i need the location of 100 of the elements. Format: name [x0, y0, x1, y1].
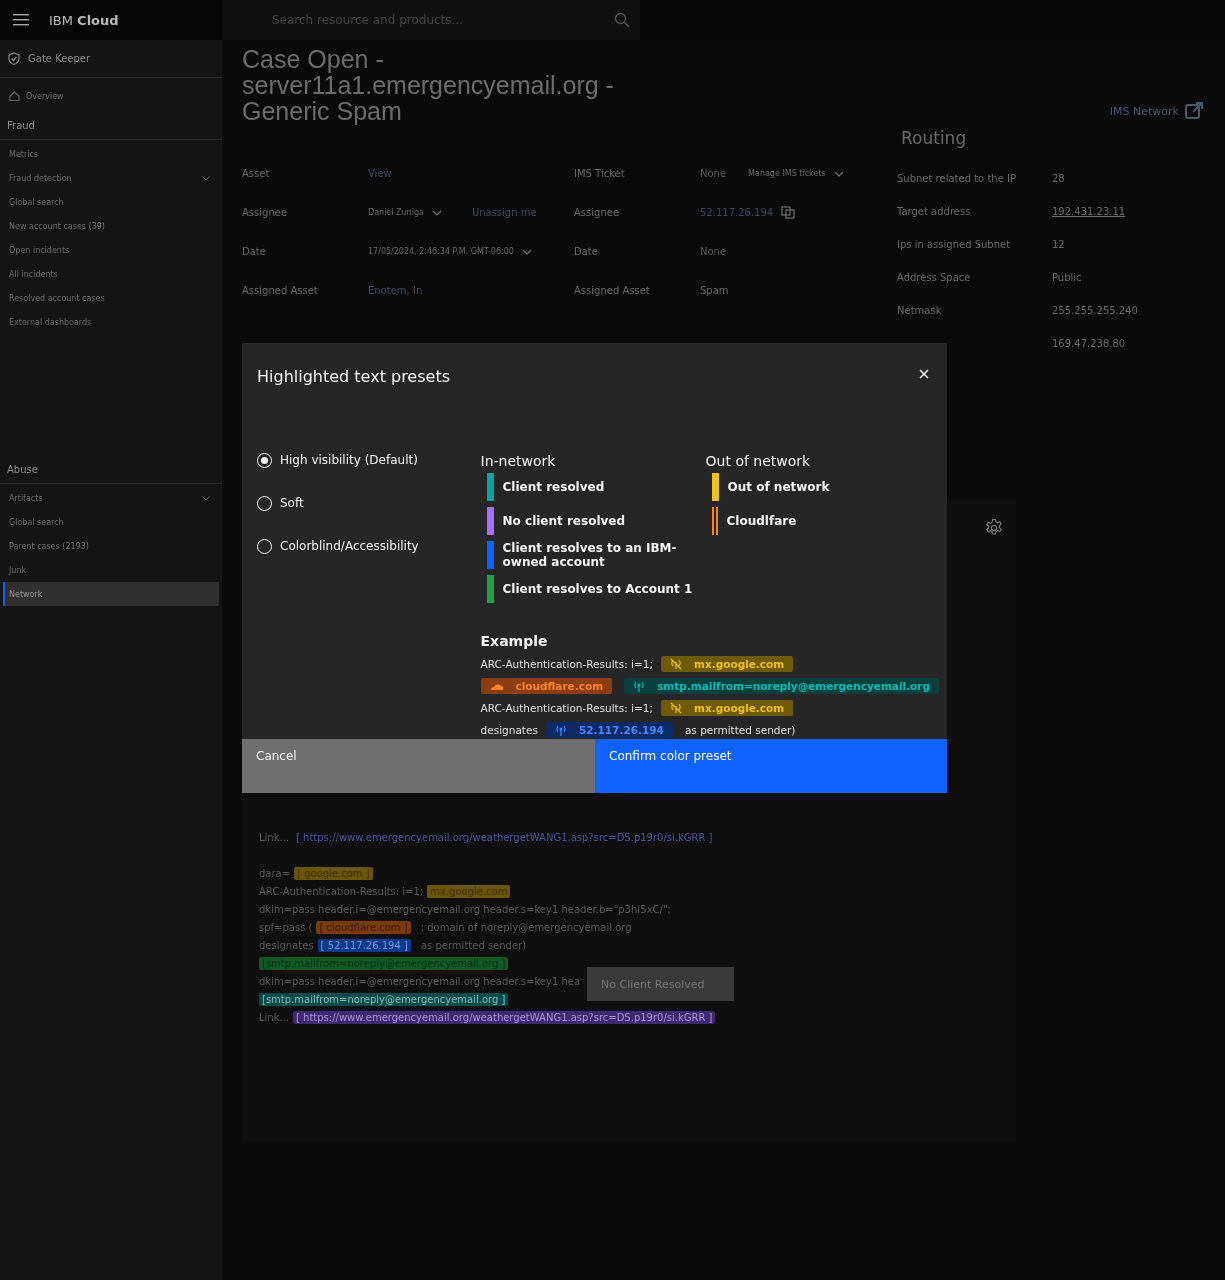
field-value: 169.47.238.80: [1052, 338, 1127, 349]
field-label: Assigned Asset: [574, 285, 651, 296]
brand-name: IBM Cloud: [49, 12, 120, 28]
unassign-link[interactable]: Unassign me: [471, 207, 537, 218]
sidebar-item[interactable]: External dashboards: [3, 310, 219, 334]
field-link[interactable]: Enotem, In: [368, 285, 423, 296]
settings-icon[interactable]: [984, 518, 1004, 538]
field-label: Asset: [242, 168, 271, 179]
field-value: None: [700, 246, 727, 257]
code-text: Link...: [259, 1011, 289, 1023]
code-text: ; domain of noreply@emergencyemail.org: [420, 921, 632, 933]
field-label: Date: [574, 246, 599, 257]
sidebar-item[interactable]: Open incidents: [3, 238, 219, 262]
sidebar-item[interactable]: Metrics: [3, 142, 219, 166]
sidebar-item[interactable]: Artifacts: [3, 486, 219, 510]
field-dropdown[interactable]: 17/05/2024, 2:46:34 P.M. GMT-06:00: [368, 247, 514, 256]
field-label: Assignee: [574, 207, 621, 218]
no-signal-icon: [670, 657, 682, 670]
sidebar-item[interactable]: Global search: [3, 510, 219, 534]
page-title: Case Open - server11a1.emergencyemail.org - Generic Spam: [242, 46, 615, 124]
code-text: designates: [259, 939, 314, 951]
confirm-button[interactable]: Confirm color preset: [595, 738, 947, 793]
section-title: Routing: [901, 128, 968, 148]
field-value: 28: [1052, 173, 1066, 184]
field-link[interactable]: View: [368, 168, 392, 179]
example-title: Example: [480, 632, 549, 649]
sidebar-item[interactable]: Overview: [3, 84, 219, 108]
code-text: as permitted sender): [684, 723, 796, 736]
code-text: dkim=pass header.i=@emergencyemail.org header.s=key1 header.b="p3hI5xC/";: [259, 903, 671, 915]
sidebar-item[interactable]: Fraud detection: [3, 166, 219, 190]
field-dropdown[interactable]: Daniel Zuniga: [368, 208, 424, 217]
home-icon: [9, 91, 20, 101]
field-label: Address Space: [897, 272, 972, 283]
ims-network-link[interactable]: IMS Network: [1109, 102, 1203, 120]
section-title: Fraud: [0, 108, 222, 140]
legend-label: Client resolves to Account 1: [502, 581, 694, 596]
field-label: Ips in assigned Subnet: [897, 239, 1012, 250]
radio-label: Soft: [280, 496, 304, 511]
caret-icon: [833, 170, 844, 177]
menu-icon[interactable]: [13, 13, 29, 27]
sidebar-item[interactable]: All incidents: [3, 262, 219, 286]
field-value: Spam: [700, 285, 729, 296]
external-link-icon: [1185, 102, 1203, 120]
sidebar-item[interactable]: New account cases (39): [3, 214, 219, 238]
radio-label: Colorblind/Accessibility: [280, 539, 419, 554]
highlight-tag: [ https://www.emergencyemail.org/weathergetWANG1.asp?src=DS.p19r0/si.kGRR ]: [293, 1010, 716, 1024]
legend-label: No client resolved: [502, 513, 627, 528]
highlight-tag: mx.google.com: [661, 655, 794, 672]
highlight-tag: cloudflare.com: [480, 677, 613, 694]
close-button[interactable]: [917, 367, 931, 381]
field-value: None: [700, 168, 727, 179]
code-text: ARC-Authentication-Results: i=1;: [480, 657, 653, 670]
sidebar-item[interactable]: Parent cases (2193): [3, 534, 219, 558]
link[interactable]: [ https://www.emergencyemail.org/weathergetWANG1.asp?src=DS.p19r0/si.kGRR ]: [293, 830, 716, 844]
legend-label: Out of network: [727, 479, 831, 494]
antenna-icon: [554, 723, 567, 736]
field-value: 12: [1052, 239, 1066, 250]
highlight-tag: [smtp.mailfrom=noreply@emergencyemail.org ]: [259, 992, 509, 1006]
radio-label: High visibility (Default): [280, 453, 418, 468]
code-text: spf=pass (: [259, 921, 313, 933]
search-icon[interactable]: [614, 12, 630, 28]
legend-label: Client resolved: [502, 479, 606, 494]
code-text: dara=: [259, 867, 291, 879]
code-text: designates: [480, 723, 538, 736]
cloud-icon: [489, 681, 504, 690]
cancel-button[interactable]: Cancel: [242, 738, 595, 793]
copy-icon[interactable]: [781, 206, 796, 219]
sidebar-item[interactable]: Global search: [3, 190, 219, 214]
shield-icon: [8, 52, 20, 65]
field-label: Assignee: [242, 207, 289, 218]
code-text: Link...: [259, 831, 289, 843]
no-signal-icon: [670, 701, 682, 714]
dialog-title: Highlighted text presets: [257, 367, 450, 388]
field-value: 255.255.255.240: [1052, 305, 1138, 316]
field-value: 52.117.26.194: [700, 207, 774, 218]
caret-icon: [521, 248, 532, 255]
highlight-tag: smtp.mailfrom=noreply@emergencyemail.org: [624, 677, 939, 694]
code-text: as permitted sender): [420, 939, 527, 951]
highlight-tag: mx.google.com: [661, 699, 794, 716]
highlight-tag: 52.117.26.194: [545, 721, 673, 738]
sidebar-item[interactable]: Junk: [3, 558, 219, 582]
tooltip: No Client Resolved: [587, 967, 734, 1001]
antenna-icon: [633, 679, 646, 692]
field-label: Assigned Asset: [242, 285, 319, 296]
legend-title: Out of network: [705, 452, 812, 469]
address-link[interactable]: 192.431.23.11: [1052, 206, 1138, 217]
field-label: Date: [242, 246, 267, 257]
caret-icon: [431, 209, 442, 216]
code-text: ARC-Authentication-Results: i=1;: [480, 701, 653, 714]
sidebar-item[interactable]: Resolved account cases: [3, 286, 219, 310]
field-label: Target address: [897, 206, 972, 217]
sidebar-item[interactable]: Network: [3, 582, 219, 606]
section-title: Abuse: [0, 452, 222, 484]
highlight-tag: [ 52.117.26.194 ]: [317, 938, 411, 952]
field-value: Public: [1052, 272, 1083, 283]
legend-label: Cloudlfare: [726, 513, 798, 528]
chevron-icon: [201, 495, 211, 501]
app-name: Gate Keeper: [28, 53, 91, 64]
manage-tickets-dropdown[interactable]: Manage IMS tickets: [748, 169, 826, 178]
legend-label: Client resolves to an IBM-owned account: [502, 540, 678, 569]
